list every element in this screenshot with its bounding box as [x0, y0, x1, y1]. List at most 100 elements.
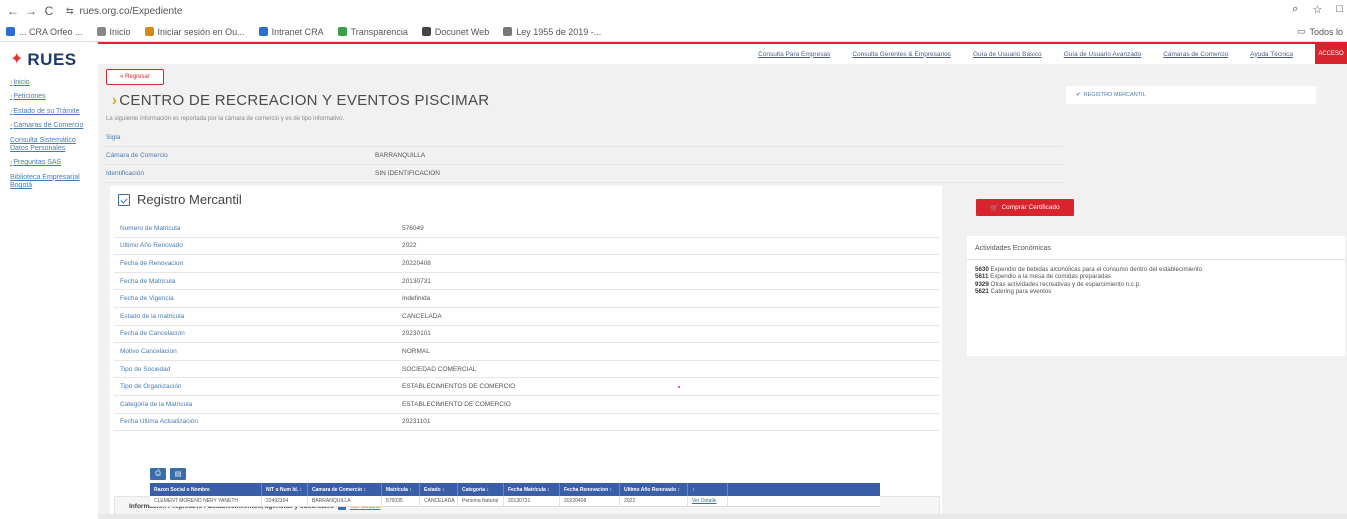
bookmark-favicon-icon [144, 27, 154, 36]
bookmark-label: Intranet CRA [271, 26, 324, 37]
back-button[interactable]: « Regresar [106, 69, 164, 85]
bookmark-item[interactable]: Inicio [96, 27, 131, 37]
owners-header-cell[interactable]: Camara de Comercio ↕ [308, 483, 382, 496]
header-link[interactable]: Guía de Usuario Básico [973, 51, 1042, 58]
owners-header-cell[interactable]: Estado ↕ [420, 483, 458, 496]
owners-header-cell[interactable]: Ultimo Año Renovado ↕ [620, 483, 688, 496]
owners-header-cell[interactable]: Razon Social o Nombre [150, 483, 262, 496]
window-icon[interactable]: □ [1336, 3, 1343, 16]
actividades-title: Actividades Económicas [967, 236, 1345, 260]
sidebar-item-label: Preguntas SAS [13, 159, 62, 167]
bookmark-item[interactable]: ... CRA Orfeo ... [6, 27, 83, 37]
page-title-text: CENTRO DE RECREACION Y EVENTOS PISCIMAR [119, 92, 490, 109]
document-icon[interactable]: ▤ [170, 468, 186, 480]
registro-row: Ultimo Año Renovado 2022 [114, 238, 940, 256]
header-link[interactable]: Cámaras de Comercio [1163, 51, 1228, 58]
red-dot [678, 386, 680, 388]
all-bookmarks[interactable]: ▭ Todos lo [1297, 26, 1343, 37]
acceso-button[interactable]: ACCESO [1315, 44, 1347, 64]
registro-key: Fecha Ultima Actualización [120, 418, 199, 426]
owners-header-cell[interactable]: Fecha Renovacion ↕ [560, 483, 620, 496]
print-icon[interactable]: ⎙ [150, 468, 166, 480]
registro-value: 20230101 [402, 330, 431, 338]
bookmark-favicon-icon [258, 27, 268, 36]
owners-header-cell[interactable]: Categoria ↕ [458, 483, 504, 496]
sidebar-item-label: Biblioteca Empresarial Bogotá [10, 173, 80, 190]
sidebar-item[interactable]: ›Preguntas SAS [0, 156, 98, 170]
bookmark-star-icon[interactable]: ☆ [1312, 3, 1322, 16]
sidebar-item[interactable]: Biblioteca Empresarial Bogotá [0, 171, 98, 194]
identity-value: SIN IDENTIFICACION [375, 170, 441, 177]
header-link[interactable]: Guía de Usuario Avanzado [1064, 51, 1142, 58]
folder-icon: ▭ [1296, 26, 1306, 36]
owners-header-cell[interactable]: Matricula ↕ [382, 483, 420, 496]
chevron-icon: › [10, 93, 13, 101]
registro-value: ESTABLECIMIENTO DE COMERCIO [402, 400, 511, 408]
header-link[interactable]: Ayuda Técnica [1250, 51, 1293, 58]
zoom-icon[interactable]: ⌕ [1292, 3, 1298, 16]
chevron-icon: › [10, 159, 13, 167]
registro-badge: ✔ REGISTRO MERCANTIL [1066, 86, 1316, 104]
activity-code: 5611 [975, 273, 989, 281]
activity-desc: Catering para eventos [990, 287, 1052, 295]
identity-row: Cámara de Comercio BARRANQUILLA [103, 147, 1063, 165]
back-icon[interactable]: ← [4, 4, 22, 18]
sidebar-item[interactable]: Consulta Sistemático Datos Personales [0, 134, 98, 157]
bookmark-label: Iniciar sesión en Ou... [157, 26, 245, 37]
activity-code: 5630 [975, 266, 989, 273]
registro-key: Ultimo Año Renovado [120, 242, 183, 250]
bookmark-label: ... CRA Orfeo ... [19, 26, 83, 37]
bookmark-item[interactable]: Ley 1955 de 2019 -... [503, 27, 601, 37]
chevron-icon: › [10, 79, 13, 86]
registro-value: 576049 [402, 224, 424, 232]
owners-header-cell[interactable]: Fecha Matricula ↕ [504, 483, 560, 496]
reload-icon[interactable]: C [40, 4, 58, 18]
bookmark-item[interactable]: Docunet Web [421, 27, 489, 37]
identity-table: Sigla Cámara de Comercio BARRANQUILLA Ident… [103, 129, 1063, 183]
address-bar[interactable]: ⇆ rues.org.co/Expediente [66, 6, 182, 17]
registro-row: Tipo de Sociedad SOCIEDAD COMERCIAL [114, 361, 940, 379]
registro-value: Indefinida [402, 295, 431, 303]
activity-item: 5611 Expendio a la mesa de comidas prepa… [975, 273, 1345, 280]
activity-desc: Otras actividades recreativas y de espar… [990, 280, 1141, 288]
registro-value: 20130731 [402, 277, 431, 285]
forward-icon[interactable]: → [22, 4, 40, 18]
registro-value: 20220408 [402, 259, 431, 267]
sidebar-item-label: Cámaras de Comercio [13, 122, 84, 130]
registro-value: 2022 [402, 242, 417, 250]
bookmark-item[interactable]: Transparencia [337, 27, 408, 37]
activity-item: 5621 Catering para eventos [975, 288, 1345, 295]
sidebar-item[interactable]: ›Inicio [0, 76, 98, 90]
owners-row: CLEMENT MORENO NERY YANETH 22492104 BARRAN… [150, 496, 880, 507]
header-link[interactable]: Consulta Para Empresas [758, 51, 830, 58]
bookmark-item[interactable]: Iniciar sesión en Ou... [144, 26, 245, 37]
cart-icon: 🛒 [990, 204, 999, 212]
sidebar-item[interactable]: ›Peticiones [0, 90, 98, 104]
bookmark-favicon-icon [421, 27, 431, 36]
actividades-list: 5630 Expendio de bebidas alcohólicas par… [967, 260, 1345, 295]
registro-value: NORMAL [402, 347, 430, 355]
registro-key: Estado de la matricula [120, 312, 185, 320]
owners-header-cell[interactable]: ↕ [688, 483, 728, 496]
registro-key: Fecha de Vigencia [120, 295, 174, 303]
site-info-icon[interactable]: ⇆ [66, 6, 74, 17]
bookmarks-bar: ... CRA Orfeo ... Inicio Iniciar sesión en… [0, 22, 1347, 42]
comprar-certificado-button[interactable]: 🛒 Comprar Certificado [976, 199, 1074, 216]
owners-cell: CLEMENT MORENO NERY YANETH [150, 496, 262, 506]
header-link[interactable]: Consulta Gerentes & Empresarios [852, 51, 951, 58]
sidebar-item[interactable]: ›Estado de su Trámite [0, 105, 98, 119]
owners-header-cell[interactable]: NIT o Num Id. ↕ [262, 483, 308, 496]
sidebar-item[interactable]: ›Cámaras de Comercio [0, 119, 98, 133]
rues-logo[interactable]: ✦ RUES [0, 42, 98, 76]
sidebar-item-label: Consulta Sistemático Datos Personales [10, 136, 76, 152]
activity-desc: Expendio de bebidas alcohólicas para el … [990, 266, 1203, 273]
ver-detalle-row-link[interactable]: Ver Detalle [688, 496, 728, 506]
owners-cell: Persona Natural [458, 496, 504, 506]
registro-key: Tipo de Sociedad [120, 365, 171, 373]
actividades-panel: Actividades Económicas 5630 Expendio de … [967, 236, 1345, 356]
registro-key: Fecha de Renovacion [120, 259, 184, 267]
registro-table: Numero de Matricula 576049 Ultimo Año Reno… [114, 220, 940, 432]
bookmark-item[interactable]: Intranet CRA [258, 26, 324, 37]
sidebar: ✦ RUES ›Inicio ›Peticiones ›Estado de su T… [0, 42, 98, 519]
identity-key: Cámara de Comercio [106, 152, 168, 159]
